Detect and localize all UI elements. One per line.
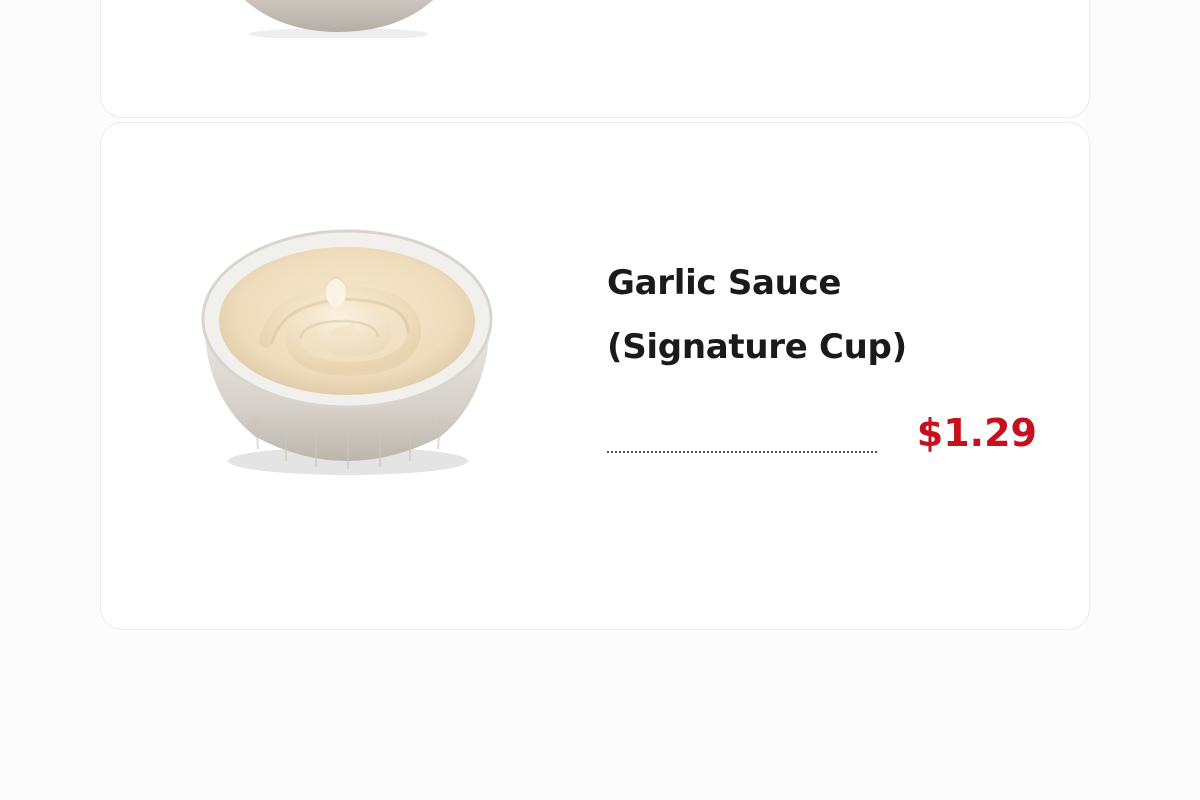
item-name-line1: Garlic Sauce <box>607 263 842 303</box>
menu-item-card[interactable] <box>100 0 1090 118</box>
item-name: Garlic Sauce (Signature Cup) <box>607 251 1027 379</box>
item-price: $1.29 <box>916 411 1037 455</box>
sauce-bowl-icon <box>244 0 434 38</box>
price-row: $1.29 <box>607 411 1037 461</box>
item-name-line2: (Signature Cup) <box>607 327 907 367</box>
garlic-sauce-cup-icon <box>201 229 493 475</box>
dotted-leader <box>607 451 877 453</box>
menu-page: Garlic Sauce (Signature Cup) $1.29 <box>0 0 1200 800</box>
menu-item-card[interactable]: Garlic Sauce (Signature Cup) $1.29 <box>100 122 1090 630</box>
